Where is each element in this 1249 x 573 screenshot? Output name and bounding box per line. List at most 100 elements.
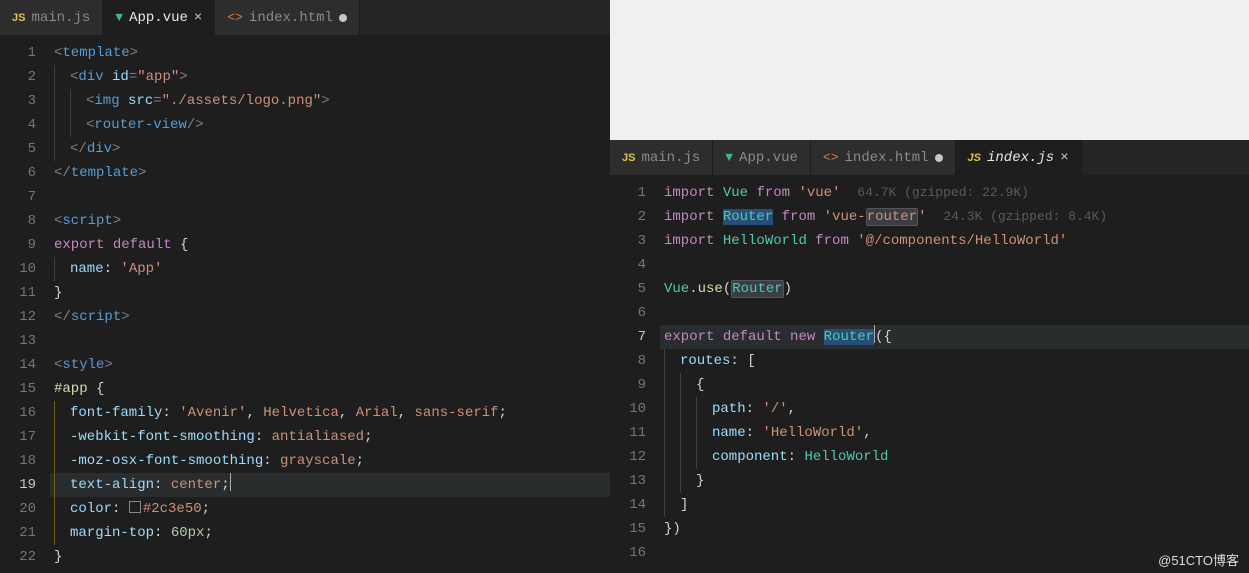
code-line[interactable] (660, 253, 1249, 277)
line-number: 8 (0, 209, 36, 233)
code-editor-left[interactable]: 12345678910111213141516171819202122 <tem… (0, 35, 610, 573)
code-line[interactable]: </div> (50, 137, 610, 161)
close-icon[interactable]: × (1060, 150, 1068, 166)
watermark: @51CTO博客 (1158, 550, 1239, 569)
code-line[interactable]: #app { (50, 377, 610, 401)
line-number: 4 (0, 113, 36, 137)
code-line[interactable]: routes: [ (660, 349, 1249, 373)
code-line[interactable]: -moz-osx-font-smoothing: grayscale; (50, 449, 610, 473)
code-line[interactable]: }) (660, 517, 1249, 541)
line-number: 6 (610, 301, 646, 325)
code-line[interactable]: Vue.use(Router) (660, 277, 1249, 301)
line-number: 4 (610, 253, 646, 277)
line-number: 15 (0, 377, 36, 401)
code-line[interactable]: export default { (50, 233, 610, 257)
line-number: 5 (0, 137, 36, 161)
line-number: 10 (610, 397, 646, 421)
dirty-dot-icon (339, 14, 347, 22)
code-line[interactable] (50, 329, 610, 353)
line-gutter: 12345678910111213141516171819202122 (0, 35, 50, 573)
code-line[interactable]: import Router from 'vue-router' 24.3K (g… (660, 205, 1249, 229)
code-line[interactable]: <style> (50, 353, 610, 377)
editor-pane-right: JSmain.js▼App.vue<>index.html JS index.js ×… (610, 0, 1249, 573)
tab-label: App.vue (129, 10, 188, 26)
line-number: 8 (610, 349, 646, 373)
line-number: 20 (0, 497, 36, 521)
line-number: 1 (0, 41, 36, 65)
tab-index-html[interactable]: <> index.html (215, 0, 360, 35)
line-number: 13 (610, 469, 646, 493)
code-area[interactable]: import Vue from 'vue' 64.7K (gzipped: 22… (660, 175, 1249, 573)
tab-bar-right: JSmain.js▼App.vue<>index.html JS index.js × (610, 140, 1249, 175)
code-line[interactable]: } (660, 469, 1249, 493)
tab-label: index.js (987, 150, 1054, 166)
tab-main-js[interactable]: JSmain.js (610, 140, 713, 175)
line-number: 1 (610, 181, 646, 205)
code-line[interactable]: } (50, 545, 610, 569)
line-number: 12 (610, 445, 646, 469)
tab-index-html[interactable]: <>index.html (811, 140, 956, 175)
code-line[interactable]: color: #2c3e50; (50, 497, 610, 521)
tab-label: index.html (249, 10, 333, 26)
code-line[interactable]: name: 'HelloWorld', (660, 421, 1249, 445)
line-number: 22 (0, 545, 36, 569)
line-gutter: 12345678910111213141516 (610, 175, 660, 573)
code-line[interactable]: { (660, 373, 1249, 397)
code-line[interactable]: path: '/', (660, 397, 1249, 421)
dirty-dot-icon (935, 154, 943, 162)
line-number: 14 (610, 493, 646, 517)
code-line[interactable]: } (50, 281, 610, 305)
code-line[interactable]: import HelloWorld from '@/components/Hel… (660, 229, 1249, 253)
tab-bar-left: JS main.js ▼ App.vue × <> index.html (0, 0, 610, 35)
line-number: 18 (0, 449, 36, 473)
code-line[interactable]: <script> (50, 209, 610, 233)
line-number: 2 (0, 65, 36, 89)
line-number: 7 (0, 185, 36, 209)
code-line[interactable]: </script> (50, 305, 610, 329)
line-number: 6 (0, 161, 36, 185)
code-line[interactable]: text-align: center; (50, 473, 610, 497)
code-line[interactable]: margin-top: 60px; (50, 521, 610, 545)
blank-area (610, 0, 1249, 140)
line-number: 17 (0, 425, 36, 449)
js-icon: JS (12, 12, 25, 24)
html-icon: <> (823, 150, 839, 165)
line-number: 3 (0, 89, 36, 113)
code-line[interactable]: <div id="app"> (50, 65, 610, 89)
line-number: 7 (610, 325, 646, 349)
close-icon[interactable]: × (194, 10, 202, 26)
vue-icon: ▼ (115, 10, 123, 25)
code-line[interactable]: export default new Router({ (660, 325, 1249, 349)
code-line[interactable] (660, 301, 1249, 325)
code-line[interactable]: </template> (50, 161, 610, 185)
line-number: 15 (610, 517, 646, 541)
code-line[interactable]: <router-view/> (50, 113, 610, 137)
code-line[interactable]: component: HelloWorld (660, 445, 1249, 469)
line-number: 19 (0, 473, 36, 497)
code-line[interactable]: <img src="./assets/logo.png"> (50, 89, 610, 113)
code-line[interactable]: import Vue from 'vue' 64.7K (gzipped: 22… (660, 181, 1249, 205)
code-line[interactable]: font-family: 'Avenir', Helvetica, Arial,… (50, 401, 610, 425)
line-number: 21 (0, 521, 36, 545)
vue-icon: ▼ (725, 150, 733, 165)
line-number: 10 (0, 257, 36, 281)
code-area[interactable]: <template><div id="app"><img src="./asse… (50, 35, 610, 573)
code-line[interactable] (50, 185, 610, 209)
tab-label: main.js (31, 10, 90, 26)
tab-App-vue[interactable]: ▼App.vue (713, 140, 811, 175)
line-number: 16 (0, 401, 36, 425)
tab-index-js[interactable]: JSindex.js× (956, 140, 1082, 175)
code-line[interactable]: ] (660, 493, 1249, 517)
code-editor-right[interactable]: 12345678910111213141516 import Vue from … (610, 175, 1249, 573)
line-number: 3 (610, 229, 646, 253)
tab-App-vue[interactable]: ▼ App.vue × (103, 0, 215, 35)
code-line[interactable]: -webkit-font-smoothing: antialiased; (50, 425, 610, 449)
js-icon: JS (622, 152, 635, 164)
code-line[interactable]: <template> (50, 41, 610, 65)
line-number: 13 (0, 329, 36, 353)
tab-main-js[interactable]: JS main.js (0, 0, 103, 35)
editor-pane-left: JSmain.js▼App.vue×<>index.html 123456789… (0, 0, 610, 573)
html-icon: <> (227, 10, 243, 25)
code-line[interactable]: name: 'App' (50, 257, 610, 281)
line-number: 11 (0, 281, 36, 305)
